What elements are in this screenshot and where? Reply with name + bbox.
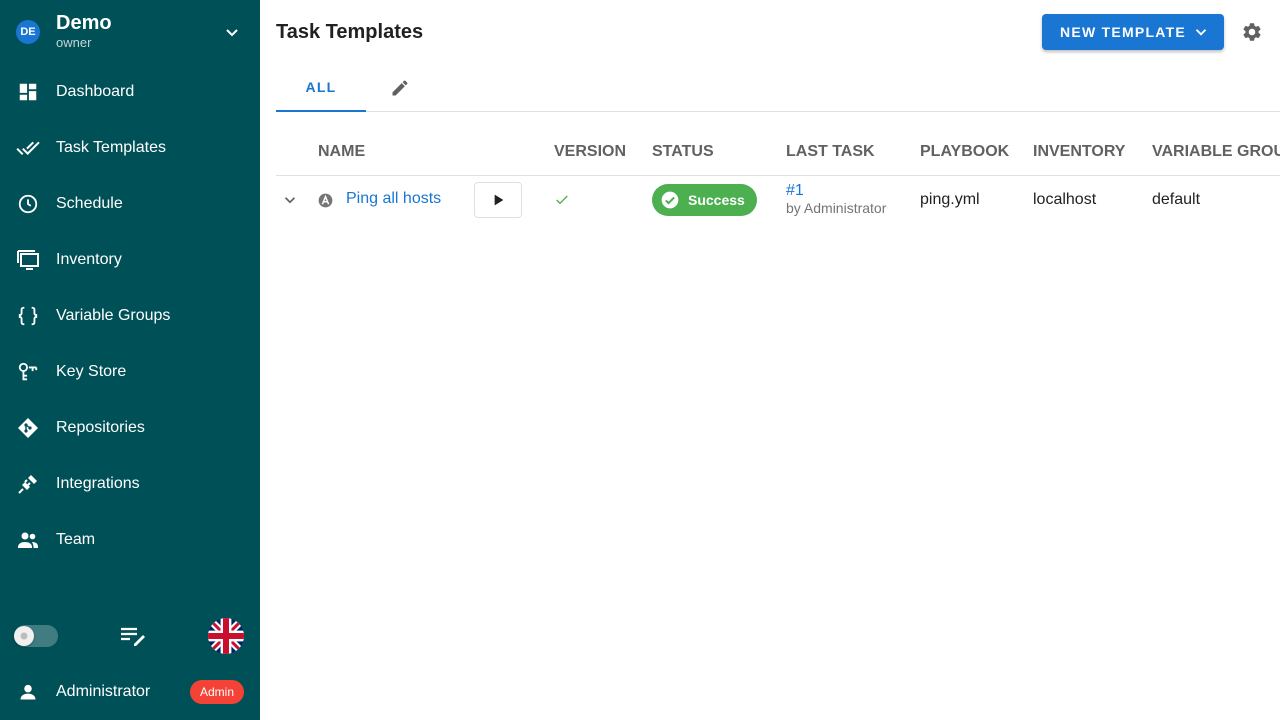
sun-icon (14, 626, 34, 646)
table-row: Ping all hosts Success #1 by Administrat… (276, 176, 1280, 224)
playbook-value: ping.yml (920, 191, 980, 208)
gear-icon[interactable] (1240, 20, 1264, 44)
template-tabs: ALL (276, 64, 1280, 112)
key-icon (16, 360, 40, 384)
clock-icon (16, 192, 40, 216)
chevron-down-icon (1192, 23, 1210, 41)
status-badge: Success (652, 184, 757, 216)
sidebar-item-label: Team (56, 531, 96, 548)
column-header-last-task[interactable]: LAST TASK (786, 143, 875, 161)
sidebar-item-label: Schedule (56, 195, 123, 212)
admin-badge: Admin (189, 680, 244, 704)
git-icon (16, 416, 40, 440)
project-selector[interactable]: DE Demo owner (0, 0, 260, 64)
chevron-down-icon[interactable] (220, 20, 244, 44)
page-title: Task Templates (276, 20, 424, 43)
sidebar-nav: Dashboard Task Templates Schedule Invent… (0, 64, 260, 568)
plug-icon (16, 472, 40, 496)
sidebar-item-integrations[interactable]: Integrations (0, 456, 260, 512)
project-name: Demo (56, 12, 112, 34)
sidebar-item-schedule[interactable]: Schedule (0, 176, 260, 232)
table-header: NAME VERSION STATUS LAST TASK PLAYBOOK I… (276, 128, 1280, 176)
play-icon (490, 192, 506, 208)
release-notes-icon[interactable] (119, 622, 147, 650)
monitor-icon (16, 248, 40, 272)
sidebar-item-variable-groups[interactable]: Variable Groups (0, 288, 260, 344)
column-header-version[interactable]: VERSION (554, 143, 626, 161)
sidebar-item-task-templates[interactable]: Task Templates (0, 120, 260, 176)
sidebar-item-key-store[interactable]: Key Store (0, 344, 260, 400)
column-header-variable-group[interactable]: VARIABLE GROUP (1152, 143, 1280, 161)
sidebar-item-label: Variable Groups (56, 307, 171, 324)
sidebar-item-label: Dashboard (56, 83, 135, 100)
account-icon (16, 680, 40, 704)
team-icon (16, 528, 40, 552)
last-task-author: by Administrator (786, 200, 887, 216)
sidebar-item-inventory[interactable]: Inventory (0, 232, 260, 288)
main-content: Task Templates NEW TEMPLATE ALL NAME VER… (260, 0, 1280, 720)
project-avatar: DE (16, 20, 40, 44)
sidebar: DE Demo owner Dashboard Task Templates S… (0, 0, 260, 720)
pencil-icon (390, 78, 410, 98)
dark-mode-toggle[interactable] (14, 625, 58, 647)
sidebar-item-label: Integrations (56, 475, 140, 492)
project-role: owner (56, 35, 92, 50)
sidebar-item-label: Key Store (56, 363, 127, 380)
sidebar-item-label: Inventory (56, 251, 122, 268)
last-task-link[interactable]: #1 (786, 182, 886, 200)
run-template-button[interactable] (474, 182, 522, 218)
sidebar-item-label: Task Templates (56, 139, 166, 156)
column-header-name[interactable]: NAME (318, 143, 365, 161)
variable-group-value: default (1152, 191, 1201, 208)
code-braces-icon (16, 304, 40, 328)
expand-chevron-icon[interactable] (280, 188, 300, 212)
column-header-playbook[interactable]: PLAYBOOK (920, 143, 1009, 161)
check-circle-icon (661, 191, 679, 209)
templates-table: NAME VERSION STATUS LAST TASK PLAYBOOK I… (276, 128, 1280, 224)
column-header-status[interactable]: STATUS (652, 143, 714, 161)
tab-edit-views[interactable] (366, 64, 434, 112)
user-menu[interactable]: Administrator Admin (0, 664, 260, 720)
inventory-value: localhost (1033, 191, 1097, 208)
version-check-icon (554, 192, 570, 213)
template-name-link[interactable]: Ping all hosts (346, 190, 441, 208)
sidebar-item-repositories[interactable]: Repositories (0, 400, 260, 456)
new-template-button[interactable]: NEW TEMPLATE (1042, 14, 1224, 50)
new-template-label: NEW TEMPLATE (1060, 24, 1186, 40)
sidebar-item-team[interactable]: Team (0, 512, 260, 568)
tab-all[interactable]: ALL (276, 64, 366, 112)
top-bar: Task Templates NEW TEMPLATE (260, 0, 1280, 64)
ansible-icon (318, 193, 333, 208)
status-label: Success (688, 192, 745, 208)
sidebar-item-label: Repositories (56, 419, 145, 436)
user-name: Administrator (56, 683, 151, 700)
dashboard-icon (16, 80, 40, 104)
language-flag-icon[interactable] (208, 618, 244, 654)
column-header-inventory[interactable]: INVENTORY (1033, 143, 1125, 161)
done-all-icon (16, 136, 40, 160)
sidebar-item-dashboard[interactable]: Dashboard (0, 64, 260, 120)
